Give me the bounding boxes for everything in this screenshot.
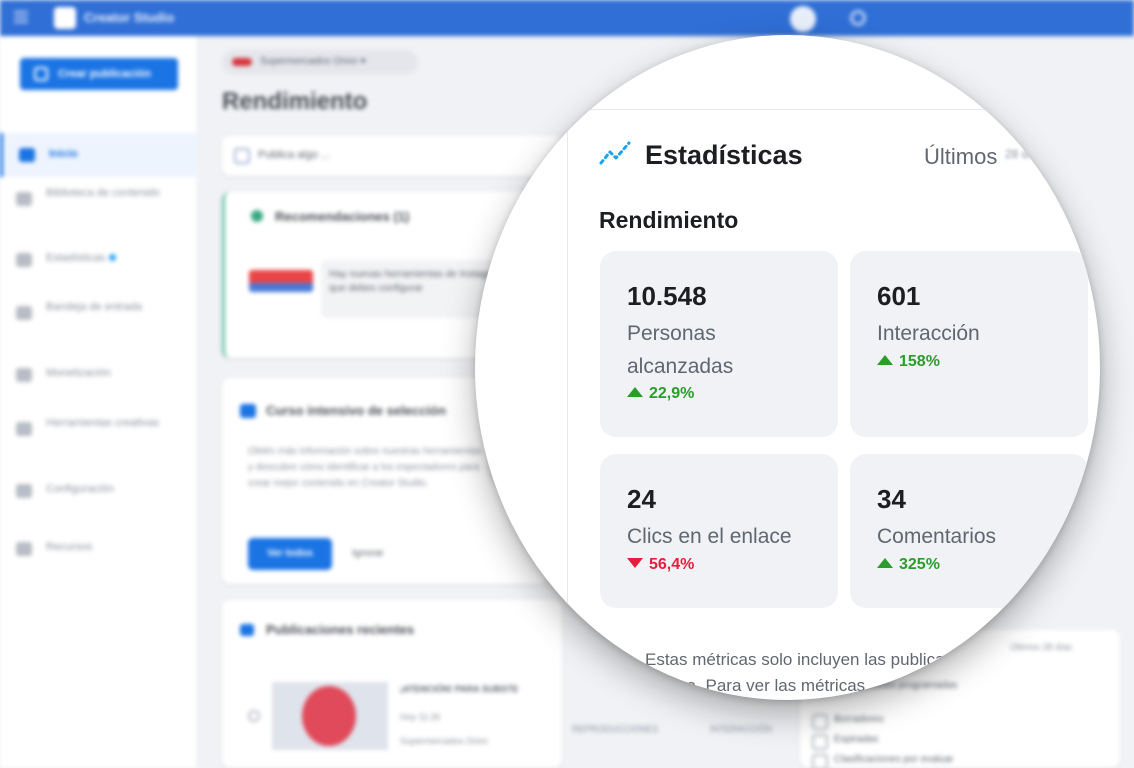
new-badge bbox=[109, 254, 117, 261]
metric-card-link-clicks[interactable]: 24 Clics en el enlace 56,4% bbox=[600, 454, 838, 608]
metric-value: 34 bbox=[877, 484, 906, 514]
app-logo-icon bbox=[54, 7, 76, 29]
recommendations-title: Recomendaciones (1) bbox=[275, 209, 410, 224]
top-bar: Creator Studio bbox=[0, 0, 1134, 36]
recommendations-icon bbox=[251, 210, 263, 222]
course-icon bbox=[240, 404, 256, 418]
create-post-button[interactable]: Crear publicación bbox=[20, 58, 178, 90]
sidebar-item-creative-tools[interactable]: Herramientas creativas bbox=[0, 416, 198, 436]
sidebar-item-inbox[interactable]: Bandeja de entrada bbox=[0, 300, 198, 320]
sidebar-item-label: Configuración bbox=[46, 483, 114, 495]
metrics-footnote: Estas métricas solo incluyen las publica… bbox=[645, 650, 1037, 695]
edit-icon bbox=[234, 148, 250, 164]
sidebar-item-label: Bandeja de entrada bbox=[46, 301, 143, 313]
post-thumbnail[interactable] bbox=[272, 682, 388, 750]
page-logo-icon bbox=[232, 58, 252, 66]
drafts-item[interactable]: Borradores bbox=[811, 714, 883, 730]
sidebar-item-home[interactable]: Inicio bbox=[0, 133, 198, 177]
course-description: Obtén más información sobre nuestras her… bbox=[248, 446, 482, 489]
chart-icon bbox=[16, 253, 32, 267]
sidebar-item-label: Monetización bbox=[46, 367, 111, 379]
metric-card-reach[interactable]: 10.548 Personas alcanzadas 22,9% bbox=[600, 251, 838, 437]
sidebar-item-insights[interactable]: Estadísticas bbox=[0, 251, 198, 267]
metric-change: 325% bbox=[877, 556, 940, 574]
metric-change: 56,4% bbox=[627, 556, 694, 574]
ratings-item[interactable]: Clasificaciones por evaluar bbox=[812, 754, 954, 768]
gear-icon bbox=[16, 484, 32, 498]
triangle-up-icon bbox=[627, 387, 643, 397]
expired-item[interactable]: Expiradas bbox=[811, 734, 878, 750]
date-range-label: Últimos bbox=[924, 144, 998, 169]
recent-posts-title: Publicaciones recientes bbox=[266, 622, 415, 637]
metric-value: 601 bbox=[877, 281, 921, 311]
metric-label: Comentarios bbox=[877, 525, 997, 548]
page-title: Rendimiento bbox=[222, 88, 368, 115]
date-range-rest: 28 días bbox=[1005, 147, 1045, 161]
interaction-label: INTERACCIÓN bbox=[710, 724, 773, 734]
post-date: Hoy 11:26 bbox=[400, 712, 441, 722]
sidebar-item-label: Inicio bbox=[49, 148, 78, 160]
performance-section-title: Rendimiento bbox=[599, 207, 739, 233]
post-composer[interactable]: Publica algo ... bbox=[222, 136, 562, 176]
reproductions-label: REPRODUCCIONES bbox=[572, 724, 659, 734]
plus-icon bbox=[34, 67, 48, 81]
avatar[interactable] bbox=[790, 6, 816, 32]
brand-logo bbox=[249, 270, 313, 292]
triangle-up-icon bbox=[877, 355, 893, 365]
monetization-icon bbox=[16, 368, 32, 382]
sidebar-item-label: Recursos bbox=[46, 541, 93, 553]
library-icon bbox=[16, 192, 32, 206]
metric-change: 22,9% bbox=[627, 385, 694, 403]
sidebar-item-label: Estadísticas bbox=[46, 252, 106, 264]
sidebar-item-resources[interactable]: Recursos bbox=[0, 540, 198, 556]
posts-icon bbox=[240, 624, 254, 636]
create-post-label: Crear publicación bbox=[58, 68, 151, 80]
recent-posts-card: Publicaciones recientes ¡ATENCIÓN! PARA … bbox=[222, 600, 562, 768]
select-checkbox[interactable] bbox=[248, 710, 260, 722]
ignore-link[interactable]: Ignorar bbox=[352, 548, 384, 559]
metric-card-engagement[interactable]: 601 Interacción 158% bbox=[850, 251, 1088, 437]
date-range-selector[interactable]: Últimos bbox=[924, 144, 997, 170]
metric-value: 10.548 bbox=[627, 281, 707, 311]
menu-icon[interactable] bbox=[14, 11, 28, 23]
metric-card-comments[interactable]: 34 Comentarios 325% bbox=[850, 454, 1088, 608]
insights-title: Estadísticas bbox=[645, 140, 803, 170]
resources-icon bbox=[16, 542, 32, 556]
metric-change: 158% bbox=[877, 353, 940, 371]
triangle-down-icon bbox=[627, 558, 643, 568]
line-chart-icon bbox=[599, 141, 631, 165]
sidebar-item-label: Biblioteca de contenido bbox=[46, 187, 160, 199]
inbox-icon bbox=[16, 306, 32, 320]
sidebar: Crear publicación Inicio Biblioteca de c… bbox=[0, 36, 198, 768]
creative-tools-icon bbox=[16, 422, 32, 436]
sidebar-item-label: Herramientas creativas bbox=[46, 417, 160, 429]
course-title: Curso intensivo de selección bbox=[266, 403, 446, 418]
home-icon bbox=[19, 148, 35, 162]
metric-label: Interacción bbox=[877, 322, 980, 345]
sidebar-item-settings[interactable]: Configuración bbox=[0, 482, 198, 498]
post-composer-placeholder: Publica algo ... bbox=[258, 149, 331, 161]
page-selector[interactable]: Supermercados Orion ▾ bbox=[222, 50, 418, 74]
metric-label: Personas alcanzadas bbox=[627, 322, 734, 378]
view-all-button[interactable]: Ver todos bbox=[248, 538, 332, 570]
page-selector-label: Supermercados Orion bbox=[260, 56, 358, 67]
metric-label: Clics en el enlace bbox=[627, 525, 792, 548]
post-page: Supermercados Orion bbox=[400, 736, 489, 746]
sidebar-item-monetization[interactable]: Monetización bbox=[0, 366, 198, 382]
post-title[interactable]: ¡ATENCIÓN! PARA SUBSTE bbox=[400, 684, 518, 694]
sidebar-item-content-library[interactable]: Biblioteca de contenido bbox=[0, 186, 198, 206]
magnifier-lens: Estadísticas Últimos 28 días Rendimiento… bbox=[475, 35, 1100, 700]
metric-value: 24 bbox=[627, 484, 656, 514]
app-name: Creator Studio bbox=[84, 10, 175, 25]
help-icon[interactable] bbox=[850, 10, 866, 26]
triangle-up-icon bbox=[877, 558, 893, 568]
